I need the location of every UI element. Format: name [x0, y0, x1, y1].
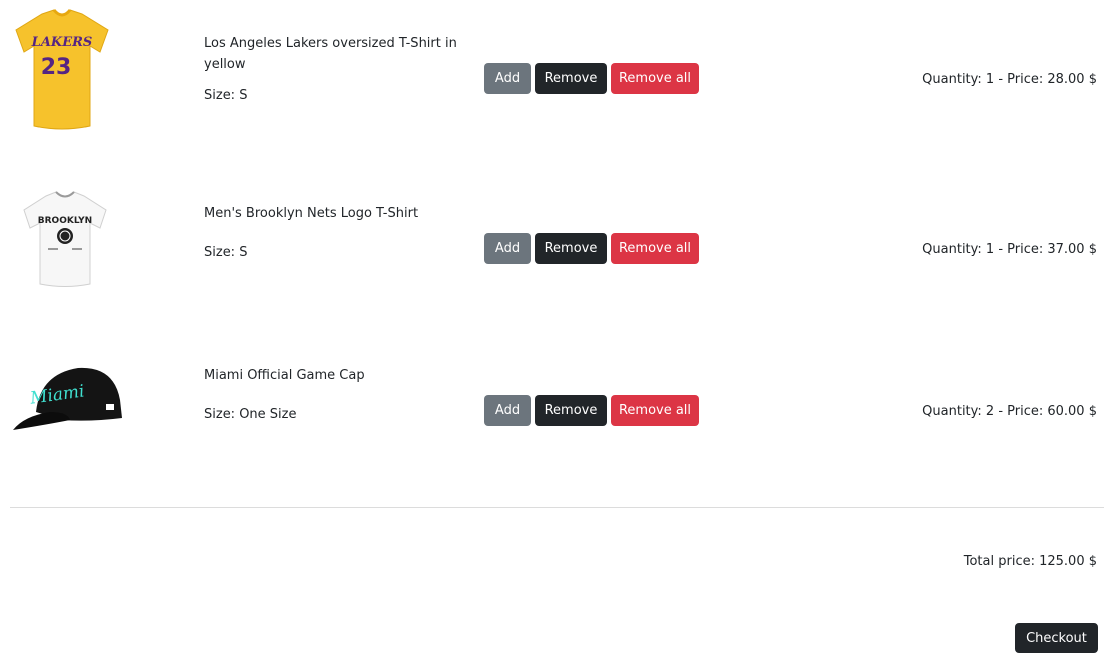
- item-size: Size: One Size: [204, 407, 297, 422]
- miami-black-cap-image: Miami: [10, 360, 126, 436]
- total-price: Total price: 125.00 $: [963, 554, 1097, 569]
- lakers-yellow-tshirt-image: LAKERS 23: [12, 8, 112, 130]
- remove-button[interactable]: Remove: [535, 63, 607, 94]
- add-button[interactable]: Add: [484, 233, 531, 264]
- item-size: Size: S: [204, 245, 248, 260]
- svg-text:BROOKLYN: BROOKLYN: [38, 216, 92, 226]
- item-size: Size: S: [204, 88, 248, 103]
- item-info: Miami Official Game Cap Size: One Size: [204, 365, 474, 425]
- add-button[interactable]: Add: [484, 395, 531, 426]
- add-button[interactable]: Add: [484, 63, 531, 94]
- nets-white-tshirt-image: BROOKLYN: [20, 190, 110, 290]
- item-quantity-price: Quantity: 1 - Price: 28.00 $: [922, 72, 1097, 87]
- item-actions: Add Remove Remove all: [484, 233, 699, 264]
- item-quantity-price: Quantity: 2 - Price: 60.00 $: [922, 404, 1097, 419]
- item-actions: Add Remove Remove all: [484, 63, 699, 94]
- svg-text:23: 23: [41, 55, 72, 80]
- item-info: Men's Brooklyn Nets Logo T-Shirt Size: S: [204, 203, 474, 263]
- item-name: Miami Official Game Cap: [204, 368, 365, 383]
- item-info: Los Angeles Lakers oversized T-Shirt in …: [204, 33, 474, 106]
- remove-all-button[interactable]: Remove all: [611, 63, 699, 94]
- remove-all-button[interactable]: Remove all: [611, 233, 699, 264]
- item-name: Men's Brooklyn Nets Logo T-Shirt: [204, 206, 419, 221]
- remove-button[interactable]: Remove: [535, 233, 607, 264]
- remove-all-button[interactable]: Remove all: [611, 395, 699, 426]
- item-quantity-price: Quantity: 1 - Price: 37.00 $: [922, 242, 1097, 257]
- svg-text:LAKERS: LAKERS: [31, 35, 93, 50]
- item-actions: Add Remove Remove all: [484, 395, 699, 426]
- remove-button[interactable]: Remove: [535, 395, 607, 426]
- item-name: Los Angeles Lakers oversized T-Shirt in …: [204, 36, 457, 72]
- cart-divider: [10, 507, 1104, 508]
